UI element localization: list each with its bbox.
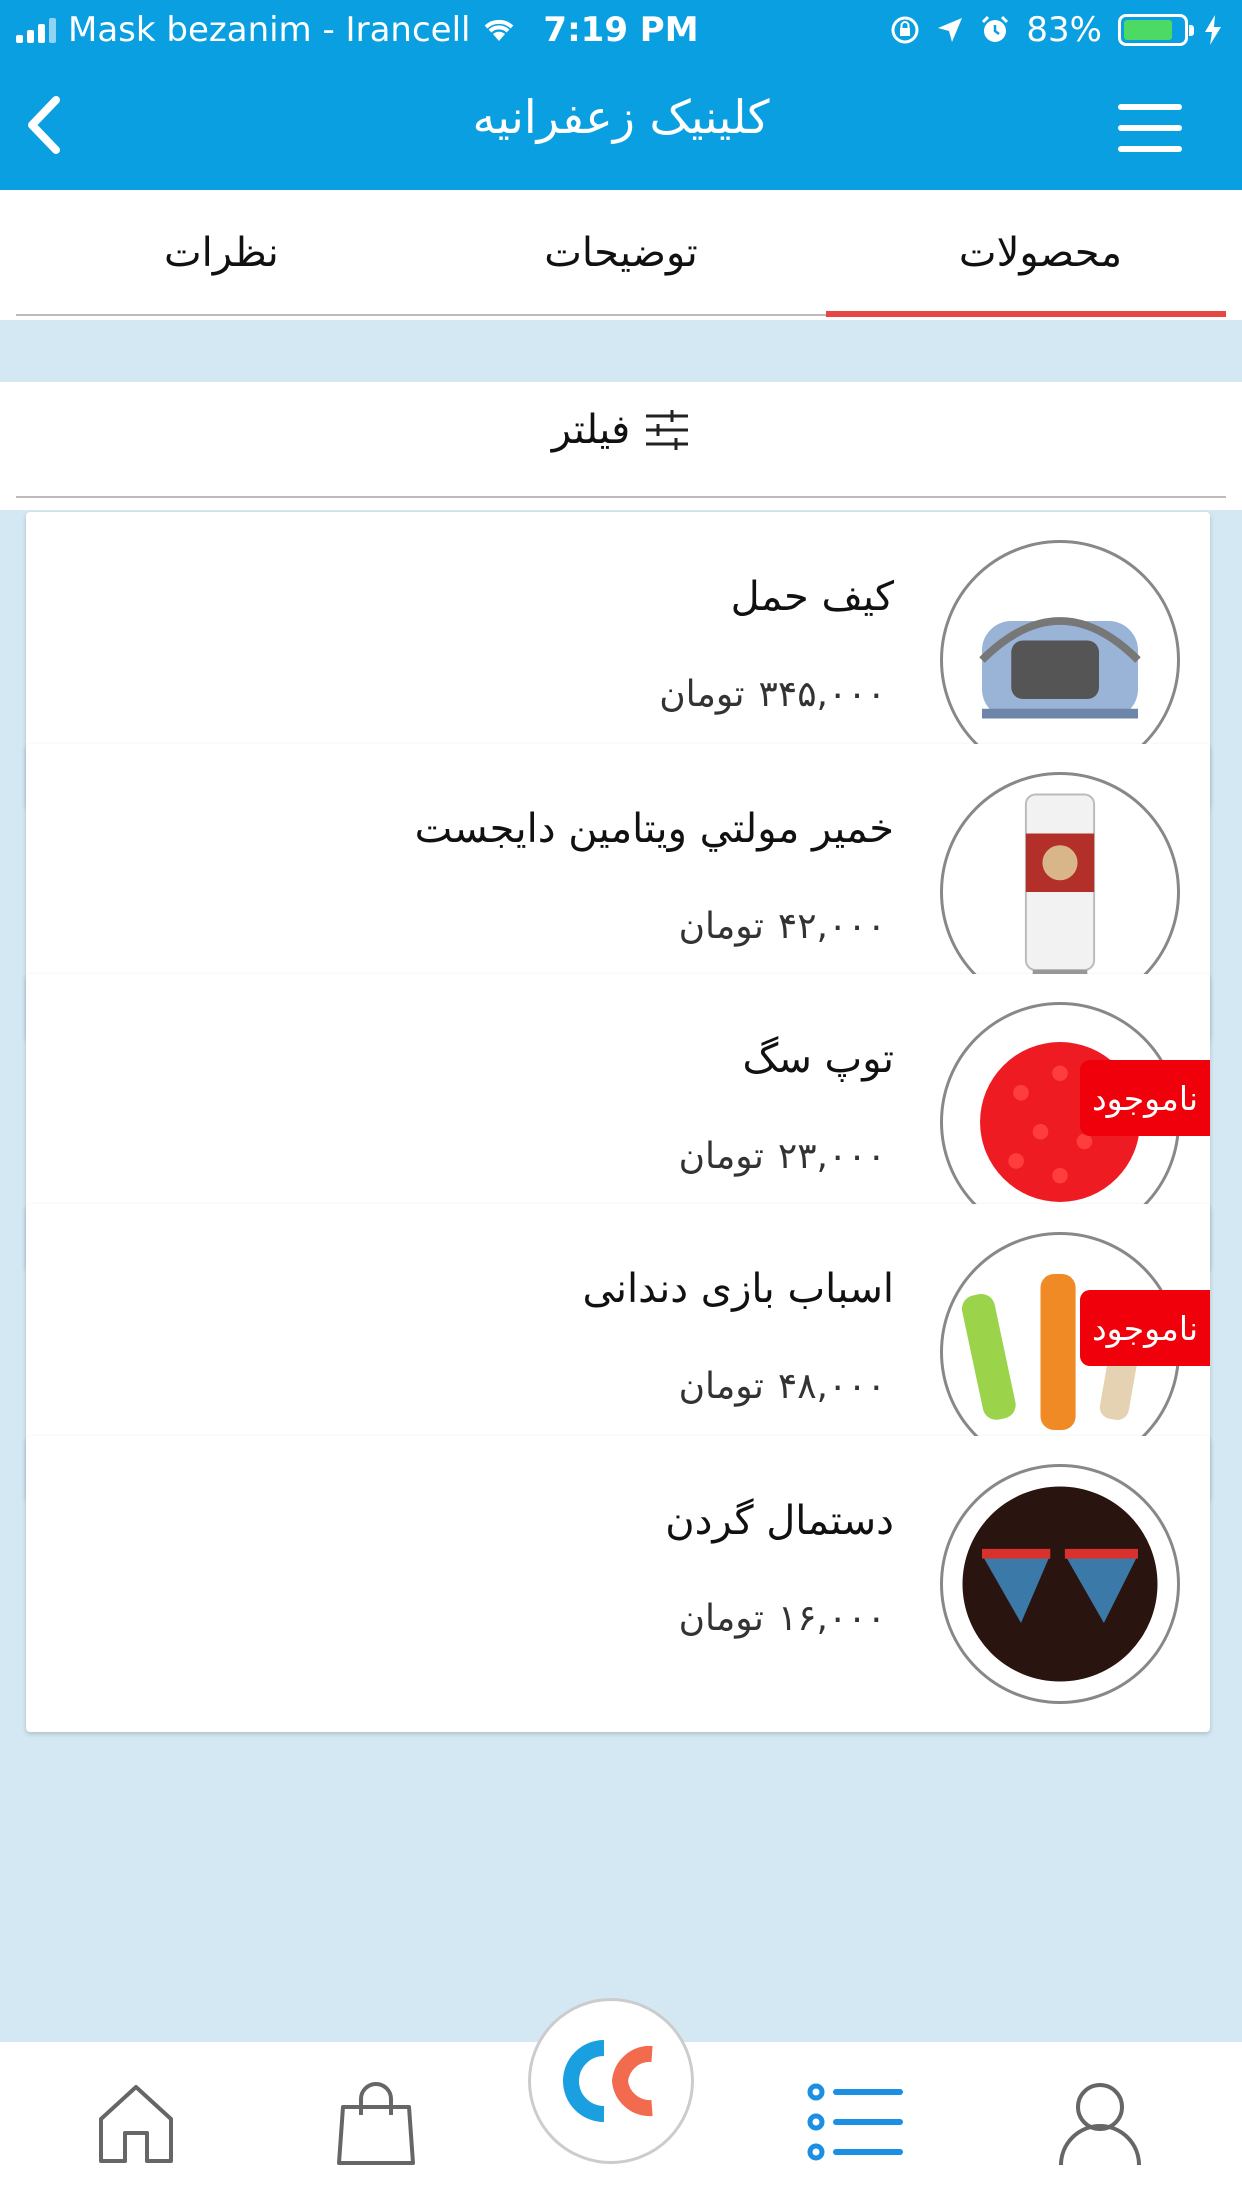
product-name: کیف حمل [730,574,894,620]
orientation-lock-icon [891,16,919,44]
product-image-bandanas [940,1464,1180,1704]
page-title: کلینیک زعفرانیه [472,90,770,144]
sliders-icon [646,410,689,450]
filter-label: فیلتر [551,407,631,453]
user-icon [1059,2083,1141,2166]
price-value: ۱۶,۰۰۰ [777,1598,886,1639]
hamburger-menu-icon[interactable] [1118,104,1182,152]
currency-label: تومان [678,1136,764,1177]
price-value: ۳۴۵,۰۰۰ [758,674,886,715]
alarm-icon [982,15,1009,42]
price-value: ۴۲,۰۰۰ [777,906,886,947]
currency-label: تومان [659,674,745,715]
tab-bar: محصولات توضیحات نظرات [0,190,1242,320]
currency-label: تومان [678,1366,764,1407]
product-price: ۲۳,۰۰۰ تومان [679,1136,886,1177]
shopping-bag-icon [337,2082,415,2165]
product-name: اسباب بازی دندانی [582,1266,894,1312]
filter-divider [16,496,1226,498]
charging-bolt-icon [1205,15,1221,45]
product-price: ۳۴۵,۰۰۰ تومان [659,674,886,715]
nav-home-button[interactable] [86,2072,186,2172]
nav-shop-button[interactable] [326,2072,426,2172]
home-icon [99,2085,173,2163]
currency-label: تومان [678,906,764,947]
battery-level [1124,20,1173,40]
status-bar: Mask bezanim - Irancell 7:19 PM 83% [0,0,1242,60]
nav-list-button[interactable] [806,2072,906,2172]
product-price: ۴۲,۰۰۰ تومان [679,906,886,947]
product-name: دستمال گردن [665,1498,894,1544]
filter-button[interactable]: فیلتر [0,407,1242,453]
price-value: ۴۸,۰۰۰ [777,1366,886,1407]
product-name: توپ سگ [742,1036,894,1082]
battery-percent: 83% [1026,10,1102,50]
product-card[interactable]: دستمال گردن ۱۶,۰۰۰ تومان [26,1436,1210,1732]
nav-profile-button[interactable] [1050,2072,1150,2172]
currency-label: تومان [678,1598,764,1639]
nav-bar: کلینیک زعفرانیه [0,60,1242,190]
app-logo-button[interactable] [528,1998,694,2164]
out-of-stock-badge: ناموجود [1080,1060,1210,1136]
price-value: ۲۳,۰۰۰ [777,1136,886,1177]
app-logo-icon [563,2040,653,2122]
location-arrow-icon [938,18,963,42]
product-price: ۴۸,۰۰۰ تومان [679,1366,886,1407]
product-price: ۱۶,۰۰۰ تومان [679,1598,886,1639]
battery-icon [1118,14,1194,46]
active-tab-indicator [826,311,1226,317]
list-icon [807,2083,903,2161]
product-name: خمیر مولتي ويتامين دايجست [414,806,894,852]
product-list: کیف حمل ۳۴۵,۰۰۰ تومان خمیر مولتي ويتامين … [0,510,1242,2042]
tab-reviews[interactable]: نظرات [164,230,279,276]
filter-bar: فیلتر [0,382,1242,510]
out-of-stock-badge: ناموجود [1080,1290,1210,1366]
